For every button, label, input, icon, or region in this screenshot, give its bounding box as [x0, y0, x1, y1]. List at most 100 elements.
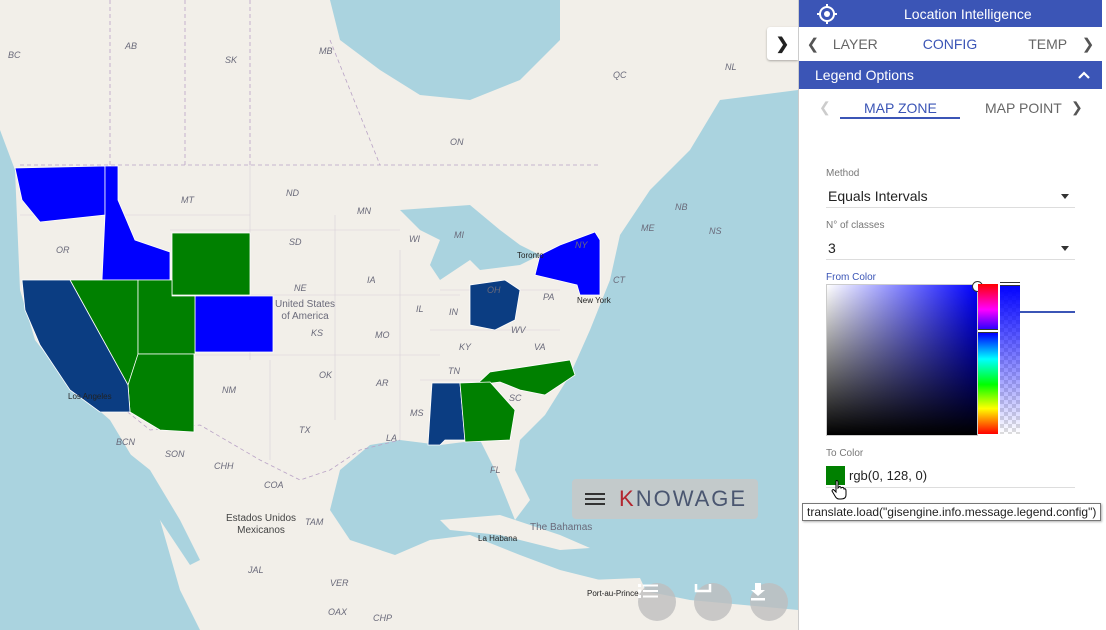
chevron-up-icon — [1078, 71, 1090, 79]
download-icon — [751, 583, 765, 601]
alpha-slider[interactable] — [1000, 282, 1020, 434]
tab-temp[interactable]: TEMP — [1028, 36, 1067, 52]
classes-select[interactable]: 3 — [826, 237, 1075, 260]
label-ks: KS — [311, 328, 324, 338]
active-subtab-underline — [840, 117, 960, 119]
legend-config-tooltip: translate.load("gisengine.info.message.l… — [802, 503, 1102, 521]
country-mexico: Estados Unidos Mexicanos — [226, 513, 297, 536]
method-label: Method — [826, 168, 860, 179]
label-qc: QC — [613, 70, 627, 80]
label-son: SON — [165, 449, 185, 459]
state-alabama — [427, 382, 466, 446]
label-chp: CHP — [373, 613, 393, 623]
to-color-label: To Color — [826, 448, 864, 459]
city-port-au-prince: Port-au-Prince — [587, 589, 639, 598]
hue-handle[interactable] — [978, 329, 998, 333]
map-target-icon — [817, 3, 837, 24]
label-sd: SD — [289, 237, 302, 247]
download-button[interactable] — [750, 583, 788, 621]
label-bahamas: The Bahamas — [530, 522, 593, 533]
label-sc: SC — [509, 393, 522, 403]
hand-cursor-icon — [831, 480, 847, 500]
tabs-next-icon[interactable]: ❯ — [1074, 35, 1102, 53]
subtabs-prev-icon[interactable]: ❮ — [819, 99, 831, 116]
panel-title: Location Intelligence — [904, 5, 1032, 22]
label-la: LA — [386, 433, 398, 443]
panel-tabs: ❮ LAYER CONFIG TEMP ❯ — [799, 27, 1102, 76]
label-ver: VER — [330, 578, 349, 588]
subtab-map-point[interactable]: MAP POINT — [985, 100, 1062, 116]
label-ny: NY — [575, 240, 588, 250]
label-ct: CT — [613, 275, 625, 285]
label-mi: MI — [454, 230, 464, 240]
panel-header: Location Intelligence — [799, 0, 1102, 27]
expand-panel-button[interactable]: ❯ — [767, 27, 798, 60]
from-color-label: From Color — [826, 272, 877, 283]
hue-slider[interactable] — [978, 284, 998, 434]
label-il: IL — [416, 304, 424, 314]
label-tn: TN — [448, 366, 460, 376]
tab-layer[interactable]: LAYER — [833, 36, 878, 52]
to-color-value: rgb(0, 128, 0) — [849, 467, 928, 483]
label-on: ON — [450, 137, 464, 147]
label-mo: MO — [375, 330, 390, 340]
label-jal: JAL — [248, 565, 264, 575]
label-bcn: BCN — [116, 437, 136, 447]
caret-down-icon — [1061, 245, 1069, 251]
to-color-field[interactable]: rgb(0, 128, 0) — [826, 463, 1075, 488]
label-or: OR — [56, 245, 70, 255]
city-la-habana: La Habana — [478, 534, 518, 543]
state-colorado — [194, 295, 274, 353]
label-chh: CHH — [214, 461, 234, 471]
city-toronto: Toronto — [517, 251, 544, 260]
color-picker[interactable] — [826, 281, 1020, 436]
label-va: VA — [534, 342, 546, 352]
label-nd: ND — [286, 188, 299, 198]
label-me: ME — [641, 223, 655, 233]
label-ab: AB — [125, 41, 138, 51]
chevron-right-icon: ❯ — [775, 35, 790, 53]
subtabs-next-icon[interactable]: ❯ — [1071, 99, 1083, 116]
label-oax: OAX — [328, 607, 348, 617]
label-mb: MB — [319, 46, 333, 56]
tab-config[interactable]: CONFIG — [923, 36, 977, 52]
classes-label: N° of classes — [826, 220, 885, 231]
label-ns: NS — [709, 226, 722, 236]
label-fl: FL — [490, 465, 501, 475]
label-nm: NM — [222, 385, 236, 395]
label-pa: PA — [543, 292, 555, 302]
list-button[interactable] — [638, 583, 676, 621]
label-wv: WV — [511, 325, 526, 335]
map-canvas[interactable]: AB SK MB BC ON QC NL MT ND MN WI MI OR S… — [0, 0, 798, 630]
method-select[interactable]: Equals Intervals — [826, 185, 1075, 208]
label-bc: BC — [8, 50, 21, 60]
list-icon — [638, 584, 658, 598]
method-value: Equals Intervals — [828, 188, 928, 204]
crop-icon — [694, 584, 712, 593]
knowage-logo: KNOWAGE — [619, 486, 748, 511]
saturation-area[interactable] — [826, 281, 983, 436]
label-ia: IA — [367, 275, 376, 285]
label-nb: NB — [675, 202, 688, 212]
label-ky: KY — [459, 342, 472, 352]
label-ok: OK — [319, 370, 333, 380]
legend-options-header[interactable]: Legend Options — [799, 61, 1102, 89]
crop-button[interactable] — [694, 583, 732, 621]
city-los-angeles: Los Angeles — [68, 392, 112, 401]
city-new-york: New York — [577, 296, 611, 305]
hamburger-icon[interactable] — [585, 491, 605, 507]
subtab-map-zone[interactable]: MAP ZONE — [864, 100, 937, 116]
state-wyoming — [171, 232, 251, 296]
alpha-handle[interactable] — [1000, 282, 1020, 286]
tabs-prev-icon[interactable]: ❮ — [799, 35, 827, 53]
brand-bar: KNOWAGE — [572, 479, 758, 519]
caret-down-icon — [1061, 193, 1069, 199]
label-in: IN — [449, 307, 458, 317]
legend-subtabs: ❮ MAP ZONE MAP POINT ❯ — [799, 92, 1102, 124]
classes-value: 3 — [828, 240, 836, 256]
label-mt: MT — [181, 195, 194, 205]
label-ar: AR — [376, 378, 389, 388]
map-svg[interactable] — [0, 0, 798, 630]
label-sk: SK — [225, 55, 238, 65]
label-tx: TX — [299, 425, 311, 435]
